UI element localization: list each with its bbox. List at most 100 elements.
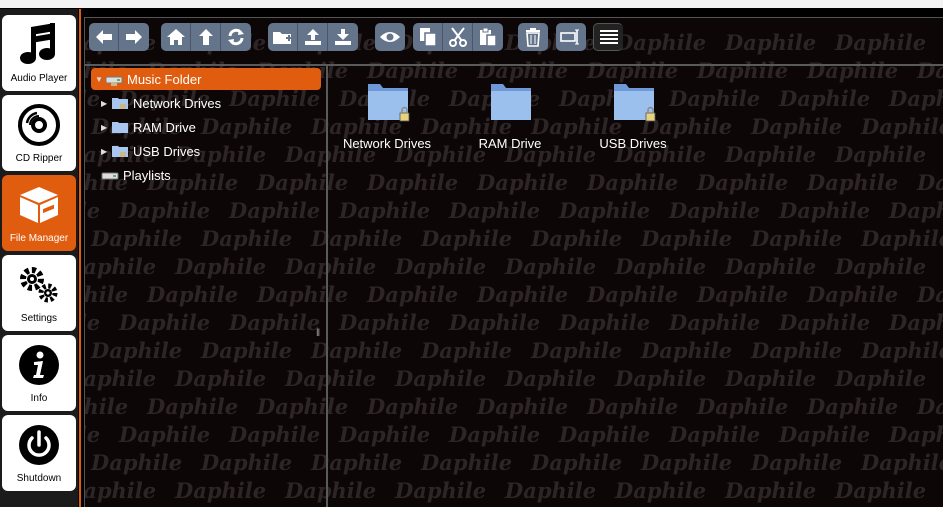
watermark-text: Daphile bbox=[339, 310, 431, 335]
watermark-text: Daphile bbox=[615, 254, 707, 279]
watermark-text: Daphile bbox=[147, 394, 239, 419]
download-button[interactable] bbox=[328, 23, 358, 51]
tree-node-label: Music Folder bbox=[127, 71, 202, 87]
watermark-text: Daphile bbox=[257, 394, 349, 419]
watermark-text: Daphile bbox=[779, 198, 871, 223]
watermark-text: Daphile bbox=[201, 338, 293, 363]
watermark-text: Daphile bbox=[641, 226, 733, 251]
info-icon bbox=[2, 341, 76, 389]
watermark-text: Daphile bbox=[779, 86, 871, 111]
watermark-text: Daphile bbox=[229, 198, 321, 223]
watermark-text: Daphile bbox=[119, 422, 211, 447]
sidebar-item-cd-ripper[interactable]: CD Ripper bbox=[2, 95, 76, 171]
watermark-text: Daphile bbox=[311, 226, 403, 251]
watermark-text: Daphile bbox=[917, 282, 943, 307]
view-button[interactable] bbox=[375, 23, 405, 51]
watermark-text: Daphile bbox=[917, 170, 943, 195]
sidebar-item-label: Info bbox=[30, 393, 48, 404]
watermark-text: Daphile bbox=[477, 170, 569, 195]
watermark-text: Daphile bbox=[889, 310, 943, 335]
disc-icon bbox=[2, 101, 76, 149]
upload-icon bbox=[304, 29, 321, 45]
tree-node-playlists[interactable]: Playlists bbox=[101, 164, 171, 186]
splitter-grip-icon[interactable]: ‖ bbox=[316, 328, 320, 339]
watermark-text: Daphile bbox=[505, 366, 597, 391]
watermark-text: Daphile bbox=[751, 114, 843, 139]
watermark-text: Daphile bbox=[531, 226, 623, 251]
file-item-usb-drives[interactable]: USB Drives bbox=[578, 80, 688, 151]
copy-icon bbox=[419, 28, 437, 47]
tree-node-music-folder[interactable]: ▼ Music Folder bbox=[91, 68, 321, 90]
watermark-text: Daphile bbox=[285, 478, 377, 503]
tree-node-network-drives[interactable]: ▶ Network Drives bbox=[101, 92, 221, 114]
sidebar-item-info[interactable]: Info bbox=[2, 335, 76, 411]
file-item-ram-drive[interactable]: RAM Drive bbox=[455, 80, 565, 151]
file-name: RAM Drive bbox=[478, 136, 542, 151]
home-button[interactable] bbox=[161, 23, 191, 51]
collapsed-caret-icon[interactable]: ▶ bbox=[101, 123, 111, 132]
watermark-text: Daphile bbox=[807, 282, 899, 307]
tree-node-label: USB Drives bbox=[133, 143, 201, 159]
power-icon bbox=[2, 421, 76, 469]
paste-icon bbox=[480, 27, 497, 47]
watermark-text: Daphile bbox=[85, 422, 101, 447]
watermark-text: Daphile bbox=[311, 338, 403, 363]
drive-icon bbox=[101, 172, 119, 180]
rename-button[interactable] bbox=[556, 23, 586, 51]
collapsed-caret-icon[interactable]: ▶ bbox=[101, 147, 111, 156]
file-item-network-drives[interactable]: Network Drives bbox=[332, 80, 442, 151]
tree-node-ram-drive[interactable]: ▶ RAM Drive bbox=[101, 116, 196, 138]
paste-button[interactable] bbox=[473, 23, 503, 51]
locked-folder-icon bbox=[112, 146, 128, 157]
watermark-text: Daphile bbox=[257, 282, 349, 307]
watermark-text: Daphile bbox=[449, 422, 541, 447]
watermark-text: Daphile bbox=[807, 394, 899, 419]
up-button[interactable] bbox=[191, 23, 221, 51]
sidebar-item-audio-player[interactable]: Audio Player bbox=[2, 15, 76, 91]
watermark-text: Daphile bbox=[751, 226, 843, 251]
collapsed-caret-icon[interactable]: ▶ bbox=[101, 99, 111, 108]
new-folder-button[interactable] bbox=[268, 23, 298, 51]
watermark-text: Daphile bbox=[285, 254, 377, 279]
delete-icon bbox=[526, 28, 540, 47]
watermark-text: Daphile bbox=[421, 450, 513, 475]
toolbar bbox=[85, 18, 943, 64]
watermark-text: Daphile bbox=[559, 310, 651, 335]
home-icon bbox=[166, 29, 185, 45]
watermark-text: Daphile bbox=[861, 338, 943, 363]
watermark-text: Daphile bbox=[119, 198, 211, 223]
sidebar-item-shutdown[interactable]: Shutdown bbox=[2, 415, 76, 491]
view-icon bbox=[380, 32, 400, 42]
pane-splitter[interactable] bbox=[326, 66, 328, 507]
watermark-text: Daphile bbox=[201, 226, 293, 251]
watermark-text: Daphile bbox=[861, 450, 943, 475]
copy-button[interactable] bbox=[413, 23, 443, 51]
forward-icon bbox=[126, 30, 142, 44]
watermark-text: Daphile bbox=[531, 450, 623, 475]
watermark-text: Daphile bbox=[229, 310, 321, 335]
tree-node-label: RAM Drive bbox=[133, 119, 196, 135]
watermark-text: Daphile bbox=[85, 282, 129, 307]
box-icon bbox=[2, 181, 76, 229]
cut-button[interactable] bbox=[443, 23, 473, 51]
refresh-button[interactable] bbox=[221, 23, 251, 51]
list-view-button[interactable] bbox=[593, 23, 623, 51]
sidebar-item-settings[interactable]: Settings bbox=[2, 255, 76, 331]
watermark-text: Daphile bbox=[917, 394, 943, 419]
tree-node-usb-drives[interactable]: ▶ USB Drives bbox=[101, 140, 200, 162]
sidebar-item-file-manager[interactable]: File Manager bbox=[2, 175, 76, 251]
watermark-text: Daphile bbox=[449, 198, 541, 223]
delete-button[interactable] bbox=[518, 23, 548, 51]
upload-button[interactable] bbox=[298, 23, 328, 51]
watermark-text: Daphile bbox=[505, 478, 597, 503]
back-button[interactable] bbox=[89, 23, 119, 51]
forward-button[interactable] bbox=[119, 23, 149, 51]
watermark-text: Daphile bbox=[367, 282, 459, 307]
watermark-text: Daphile bbox=[725, 142, 817, 167]
watermark-text: Daphile bbox=[531, 338, 623, 363]
watermark-text: Daphile bbox=[367, 394, 459, 419]
watermark-text: Daphile bbox=[669, 310, 761, 335]
expanded-caret-icon[interactable]: ▼ bbox=[95, 75, 105, 84]
watermark-text: Daphile bbox=[615, 366, 707, 391]
watermark-text: Daphile bbox=[835, 142, 927, 167]
